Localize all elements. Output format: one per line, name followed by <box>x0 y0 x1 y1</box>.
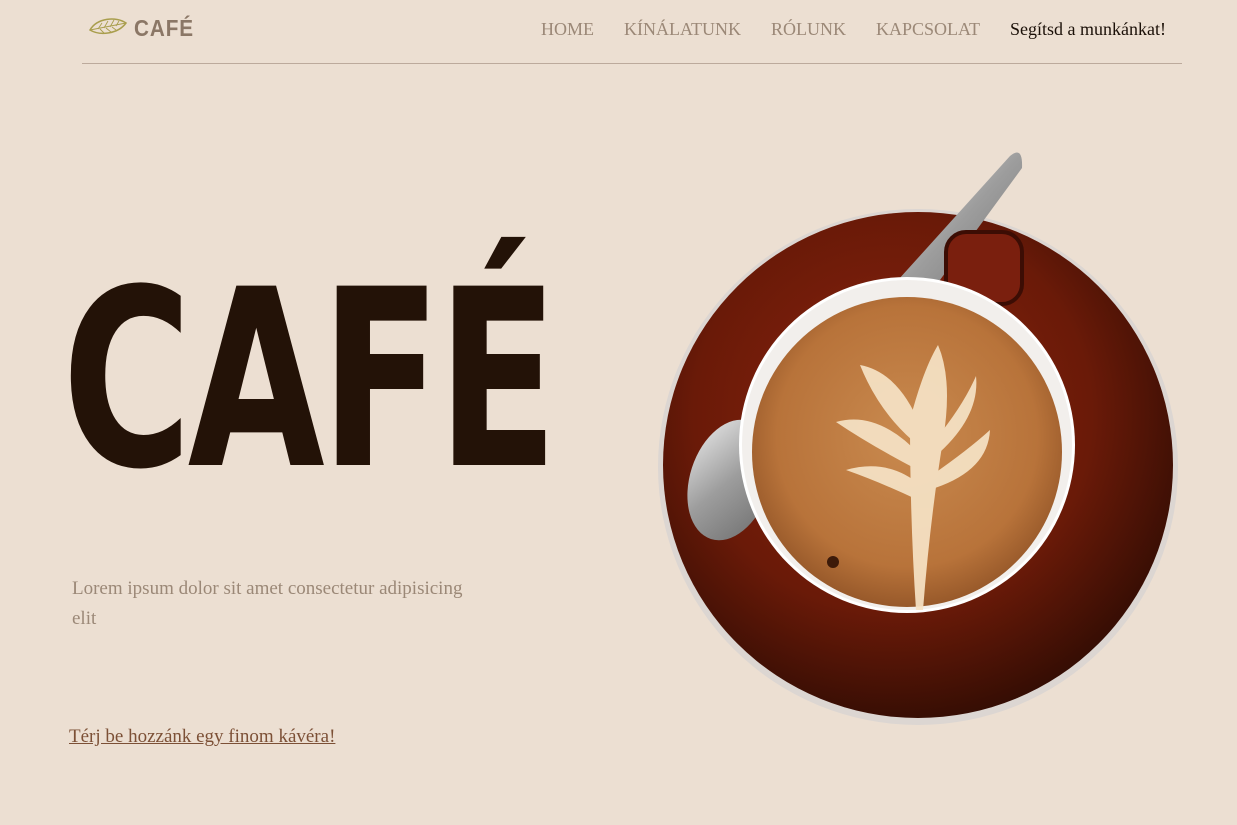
nav-offerings[interactable]: KÍNÁLATUNK <box>624 19 741 40</box>
leaf-icon <box>88 14 128 42</box>
nav-links: HOME KÍNÁLATUNK RÓLUNK KAPCSOLAT Segítsd… <box>541 19 1166 40</box>
nav-support[interactable]: Segítsd a munkánkat! <box>1010 19 1166 40</box>
coffee-cup-image <box>658 152 1178 725</box>
brand-text: CAFÉ <box>134 14 194 41</box>
nav-contact[interactable]: KAPCSOLAT <box>876 19 980 40</box>
brand-logo[interactable]: CAFÉ <box>88 14 201 42</box>
hero-link[interactable]: Térj be hozzánk egy finom kávéra! <box>69 726 335 748</box>
hero-text: Lorem ipsum dolor sit amet consectetur a… <box>72 578 463 629</box>
navbar: CAFÉ HOME KÍNÁLATUNK RÓLUNK KAPCSOLAT Se… <box>82 0 1182 64</box>
nav-home[interactable]: HOME <box>541 19 594 40</box>
hero-title: CAFÉ <box>62 238 558 524</box>
nav-about[interactable]: RÓLUNK <box>771 19 846 40</box>
